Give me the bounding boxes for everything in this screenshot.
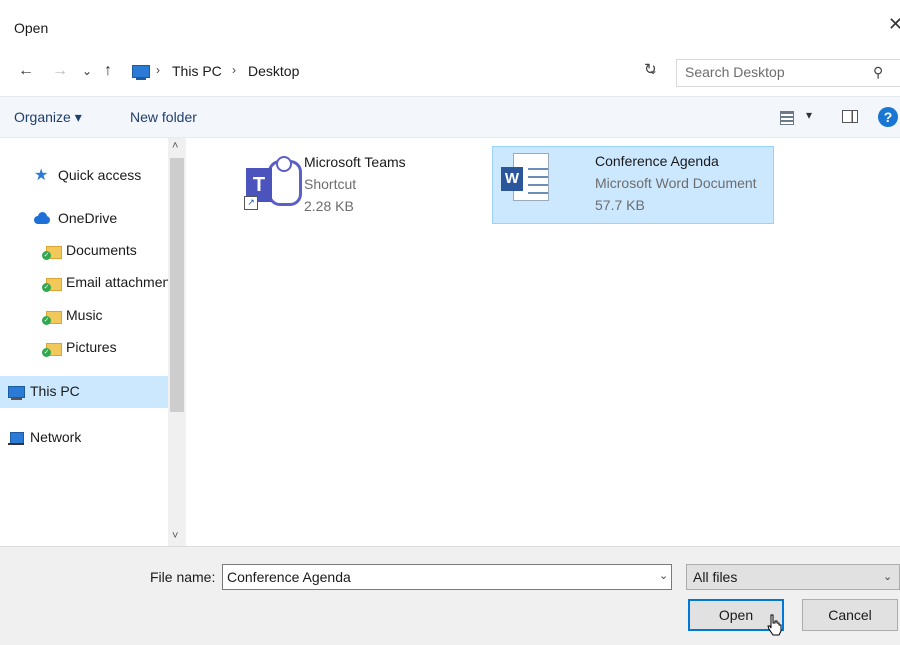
nav-item-onedrive[interactable]: OneDrive	[0, 205, 168, 233]
navigation-pane: ★ Quick access OneDrive Documents Email …	[0, 138, 186, 546]
recent-locations-icon[interactable]: ⌄	[82, 64, 92, 78]
search-placeholder: Search Desktop	[685, 64, 785, 80]
network-icon	[8, 430, 24, 446]
nav-item-label: Quick access	[58, 167, 142, 183]
file-name-label: File name:	[150, 569, 216, 585]
mouse-cursor-icon	[767, 614, 782, 636]
new-folder-button[interactable]: New folder	[130, 109, 197, 125]
breadcrumb-separator: ›	[156, 63, 160, 77]
preview-pane-icon[interactable]	[842, 110, 858, 123]
chevron-down-icon[interactable]: ⌄	[659, 569, 668, 582]
scroll-thumb[interactable]	[170, 158, 184, 412]
address-bar[interactable]: › This PC › Desktop ⌄	[128, 59, 668, 85]
search-input[interactable]: Search Desktop ⚲	[676, 59, 900, 87]
nav-item-label: This PC	[30, 383, 80, 399]
view-options-dropdown[interactable]: ▾	[806, 108, 812, 122]
folder-icon	[42, 308, 62, 325]
file-name-field[interactable]	[222, 564, 672, 590]
file-type: Shortcut	[304, 176, 357, 192]
nav-item-music[interactable]: Music	[0, 302, 168, 330]
nav-item-this-pc[interactable]: This PC	[0, 376, 168, 408]
word-icon: W	[501, 153, 555, 213]
breadcrumb-separator: ›	[232, 63, 236, 77]
address-row: ← → ⌄ ↑ › This PC › Desktop ⌄ ↻ Search D…	[0, 56, 900, 90]
close-icon[interactable]: ✕	[888, 14, 900, 35]
nav-item-label: Email attachments	[66, 274, 168, 290]
title-bar: Open ✕	[0, 0, 900, 52]
nav-item-label: Pictures	[66, 339, 117, 355]
cloud-icon	[34, 211, 50, 227]
nav-item-label: Network	[30, 429, 82, 445]
command-bar: Organize ▾ New folder ▾ ?	[0, 96, 900, 138]
up-icon[interactable]: ↑	[104, 62, 112, 80]
search-icon: ⚲	[873, 64, 884, 80]
file-item-microsoft-teams[interactable]: T ↗ Microsoft Teams Shortcut 2.28 KB	[238, 148, 478, 224]
file-type: Microsoft Word Document	[595, 175, 757, 191]
folder-icon	[42, 243, 62, 260]
change-view-icon[interactable]	[780, 111, 794, 125]
file-type-select[interactable]: All files ⌄	[686, 564, 900, 590]
shortcut-arrow-icon: ↗	[244, 196, 258, 210]
file-list: T ↗ Microsoft Teams Shortcut 2.28 KB W C…	[186, 138, 900, 546]
computer-icon	[8, 384, 25, 400]
file-size: 57.7 KB	[595, 197, 645, 213]
nav-scrollbar[interactable]: ˄ ˅	[168, 138, 186, 546]
back-icon[interactable]: ←	[18, 62, 34, 80]
nav-item-email-attachments[interactable]: Email attachments	[0, 269, 168, 297]
nav-item-label: Documents	[66, 242, 137, 258]
refresh-icon[interactable]: ↻	[644, 60, 657, 78]
window-title: Open	[14, 20, 49, 36]
organize-button[interactable]: Organize ▾	[14, 109, 82, 126]
file-name: Conference Agenda	[595, 153, 719, 169]
folder-icon	[42, 275, 62, 292]
nav-item-label: OneDrive	[58, 210, 118, 226]
nav-item-quick-access[interactable]: ★ Quick access	[0, 162, 168, 190]
nav-item-network[interactable]: Network	[0, 424, 168, 452]
file-name: Microsoft Teams	[304, 154, 406, 170]
nav-item-pictures[interactable]: Pictures	[0, 334, 168, 362]
cancel-button[interactable]: Cancel	[802, 599, 898, 631]
forward-icon[interactable]: →	[52, 62, 68, 80]
nav-item-label: Music	[66, 307, 103, 323]
folder-icon	[42, 340, 62, 357]
file-type-value: All files	[693, 569, 738, 585]
breadcrumb-this-pc[interactable]: This PC	[172, 63, 222, 79]
file-size: 2.28 KB	[304, 198, 354, 214]
file-item-conference-agenda[interactable]: W Conference Agenda Microsoft Word Docum…	[492, 146, 774, 224]
scroll-up-icon[interactable]: ˄	[172, 140, 178, 152]
breadcrumb-desktop[interactable]: Desktop	[248, 63, 299, 79]
dialog-footer: File name: ⌄ All files ⌄ Open Cancel	[0, 546, 900, 645]
computer-icon	[132, 65, 150, 80]
scroll-down-icon[interactable]: ˅	[172, 530, 178, 542]
nav-item-documents[interactable]: Documents	[0, 237, 168, 265]
chevron-down-icon: ⌄	[883, 571, 893, 583]
teams-icon: T ↗	[244, 156, 302, 212]
help-icon[interactable]: ?	[878, 107, 898, 127]
star-icon: ★	[34, 167, 49, 184]
